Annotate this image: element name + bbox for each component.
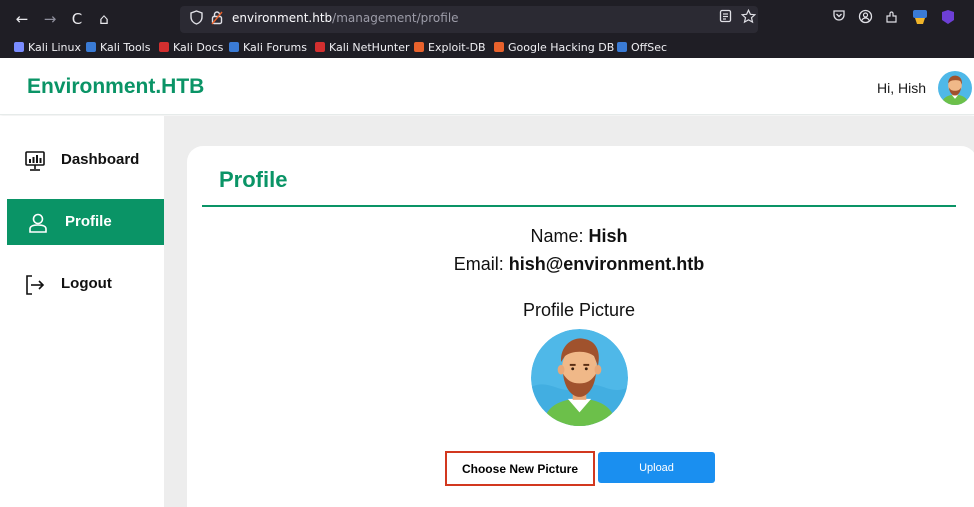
- pocket-icon[interactable]: [829, 9, 849, 28]
- reader-view-icon[interactable]: [715, 9, 735, 28]
- app-header: Environment.HTB Hi, Hish: [0, 58, 974, 115]
- bookmark-star-icon[interactable]: [738, 8, 758, 29]
- page-title: Profile: [219, 167, 288, 192]
- bookmark-google-hacking-db[interactable]: Google Hacking DB: [494, 40, 614, 56]
- user-greeting: Hi, Hish: [877, 80, 927, 96]
- url-path: /management/profile: [332, 11, 459, 25]
- purple-extension-icon[interactable]: [938, 9, 958, 30]
- home-icon[interactable]: ⌂: [94, 9, 114, 29]
- shield-icon: [190, 10, 203, 31]
- bookmark-kali-forums[interactable]: Kali Forums: [229, 40, 307, 56]
- sidebar-item-label: Profile: [65, 213, 112, 230]
- user-icon: [27, 212, 49, 234]
- ghdb-icon: [494, 42, 504, 52]
- bookmark-label: Kali Tools: [100, 41, 151, 54]
- email-value: hish@environment.htb: [508, 254, 705, 274]
- nethunter-icon: [315, 42, 325, 52]
- kali-forums-icon: [229, 42, 239, 52]
- bookmark-label: Exploit-DB: [428, 41, 486, 54]
- extension-badge-icon[interactable]: [910, 9, 930, 30]
- upload-button[interactable]: Upload: [598, 452, 715, 483]
- url-text[interactable]: environment.htb/management/profile: [232, 11, 459, 25]
- brand-logo-text[interactable]: Environment.HTB: [27, 75, 204, 99]
- bookmark-kali-linux[interactable]: Kali Linux: [14, 40, 81, 56]
- bookmarks-bar: Kali Linux Kali Tools Kali Docs Kali For…: [0, 38, 974, 58]
- name-value: Hish: [588, 226, 628, 246]
- dashboard-monitor-icon: [24, 150, 46, 172]
- extensions-icon[interactable]: [881, 9, 901, 29]
- sidebar-item-label: Dashboard: [61, 151, 140, 168]
- bookmark-label: Kali Docs: [173, 41, 224, 54]
- offsec-icon: [617, 42, 627, 52]
- bookmark-label: Kali Forums: [243, 41, 307, 54]
- avatar[interactable]: [938, 71, 972, 105]
- account-icon[interactable]: [855, 9, 875, 29]
- sidebar-item-label: Logout: [61, 275, 112, 292]
- kali-tools-icon: [86, 42, 96, 52]
- bookmark-label: Kali NetHunter: [329, 41, 410, 54]
- bookmark-offsec[interactable]: OffSec: [617, 40, 667, 56]
- url-host: environment.htb: [232, 11, 333, 25]
- bookmark-kali-nethunter[interactable]: Kali NetHunter: [315, 40, 410, 56]
- lock-insecure-icon: [211, 10, 223, 31]
- title-divider: [202, 205, 956, 207]
- email-label: Email:: [453, 254, 504, 274]
- reload-icon[interactable]: C: [67, 9, 87, 29]
- sidebar-item-logout[interactable]: Logout: [7, 261, 164, 307]
- sidebar-item-profile[interactable]: Profile: [7, 199, 164, 245]
- kali-dragon-icon: [14, 42, 24, 52]
- profile-picture-label: Profile Picture: [522, 300, 636, 320]
- logout-icon: [24, 274, 46, 296]
- browser-toolbar: ← → C ⌂ environment.htb/management/profi…: [0, 0, 974, 38]
- bookmark-label: Google Hacking DB: [508, 41, 615, 54]
- bookmark-kali-tools[interactable]: Kali Tools: [86, 40, 150, 56]
- bookmark-label: OffSec: [631, 41, 668, 54]
- name-label: Name:: [530, 226, 584, 246]
- profile-picture: [531, 329, 628, 426]
- profile-email-line: Email: hish@environment.htb: [202, 254, 956, 275]
- bookmark-label: Kali Linux: [28, 41, 82, 54]
- exploit-db-icon: [414, 42, 424, 52]
- bookmark-kali-docs[interactable]: Kali Docs: [159, 40, 223, 56]
- sidebar-item-dashboard[interactable]: Dashboard: [7, 137, 164, 183]
- kali-docs-icon: [159, 42, 169, 52]
- back-arrow-icon[interactable]: ←: [12, 9, 32, 29]
- forward-arrow-icon[interactable]: →: [40, 9, 60, 29]
- profile-name-line: Name: Hish: [202, 226, 956, 247]
- bookmark-exploit-db[interactable]: Exploit-DB: [414, 40, 486, 56]
- choose-new-picture-button[interactable]: Choose New Picture: [445, 451, 595, 486]
